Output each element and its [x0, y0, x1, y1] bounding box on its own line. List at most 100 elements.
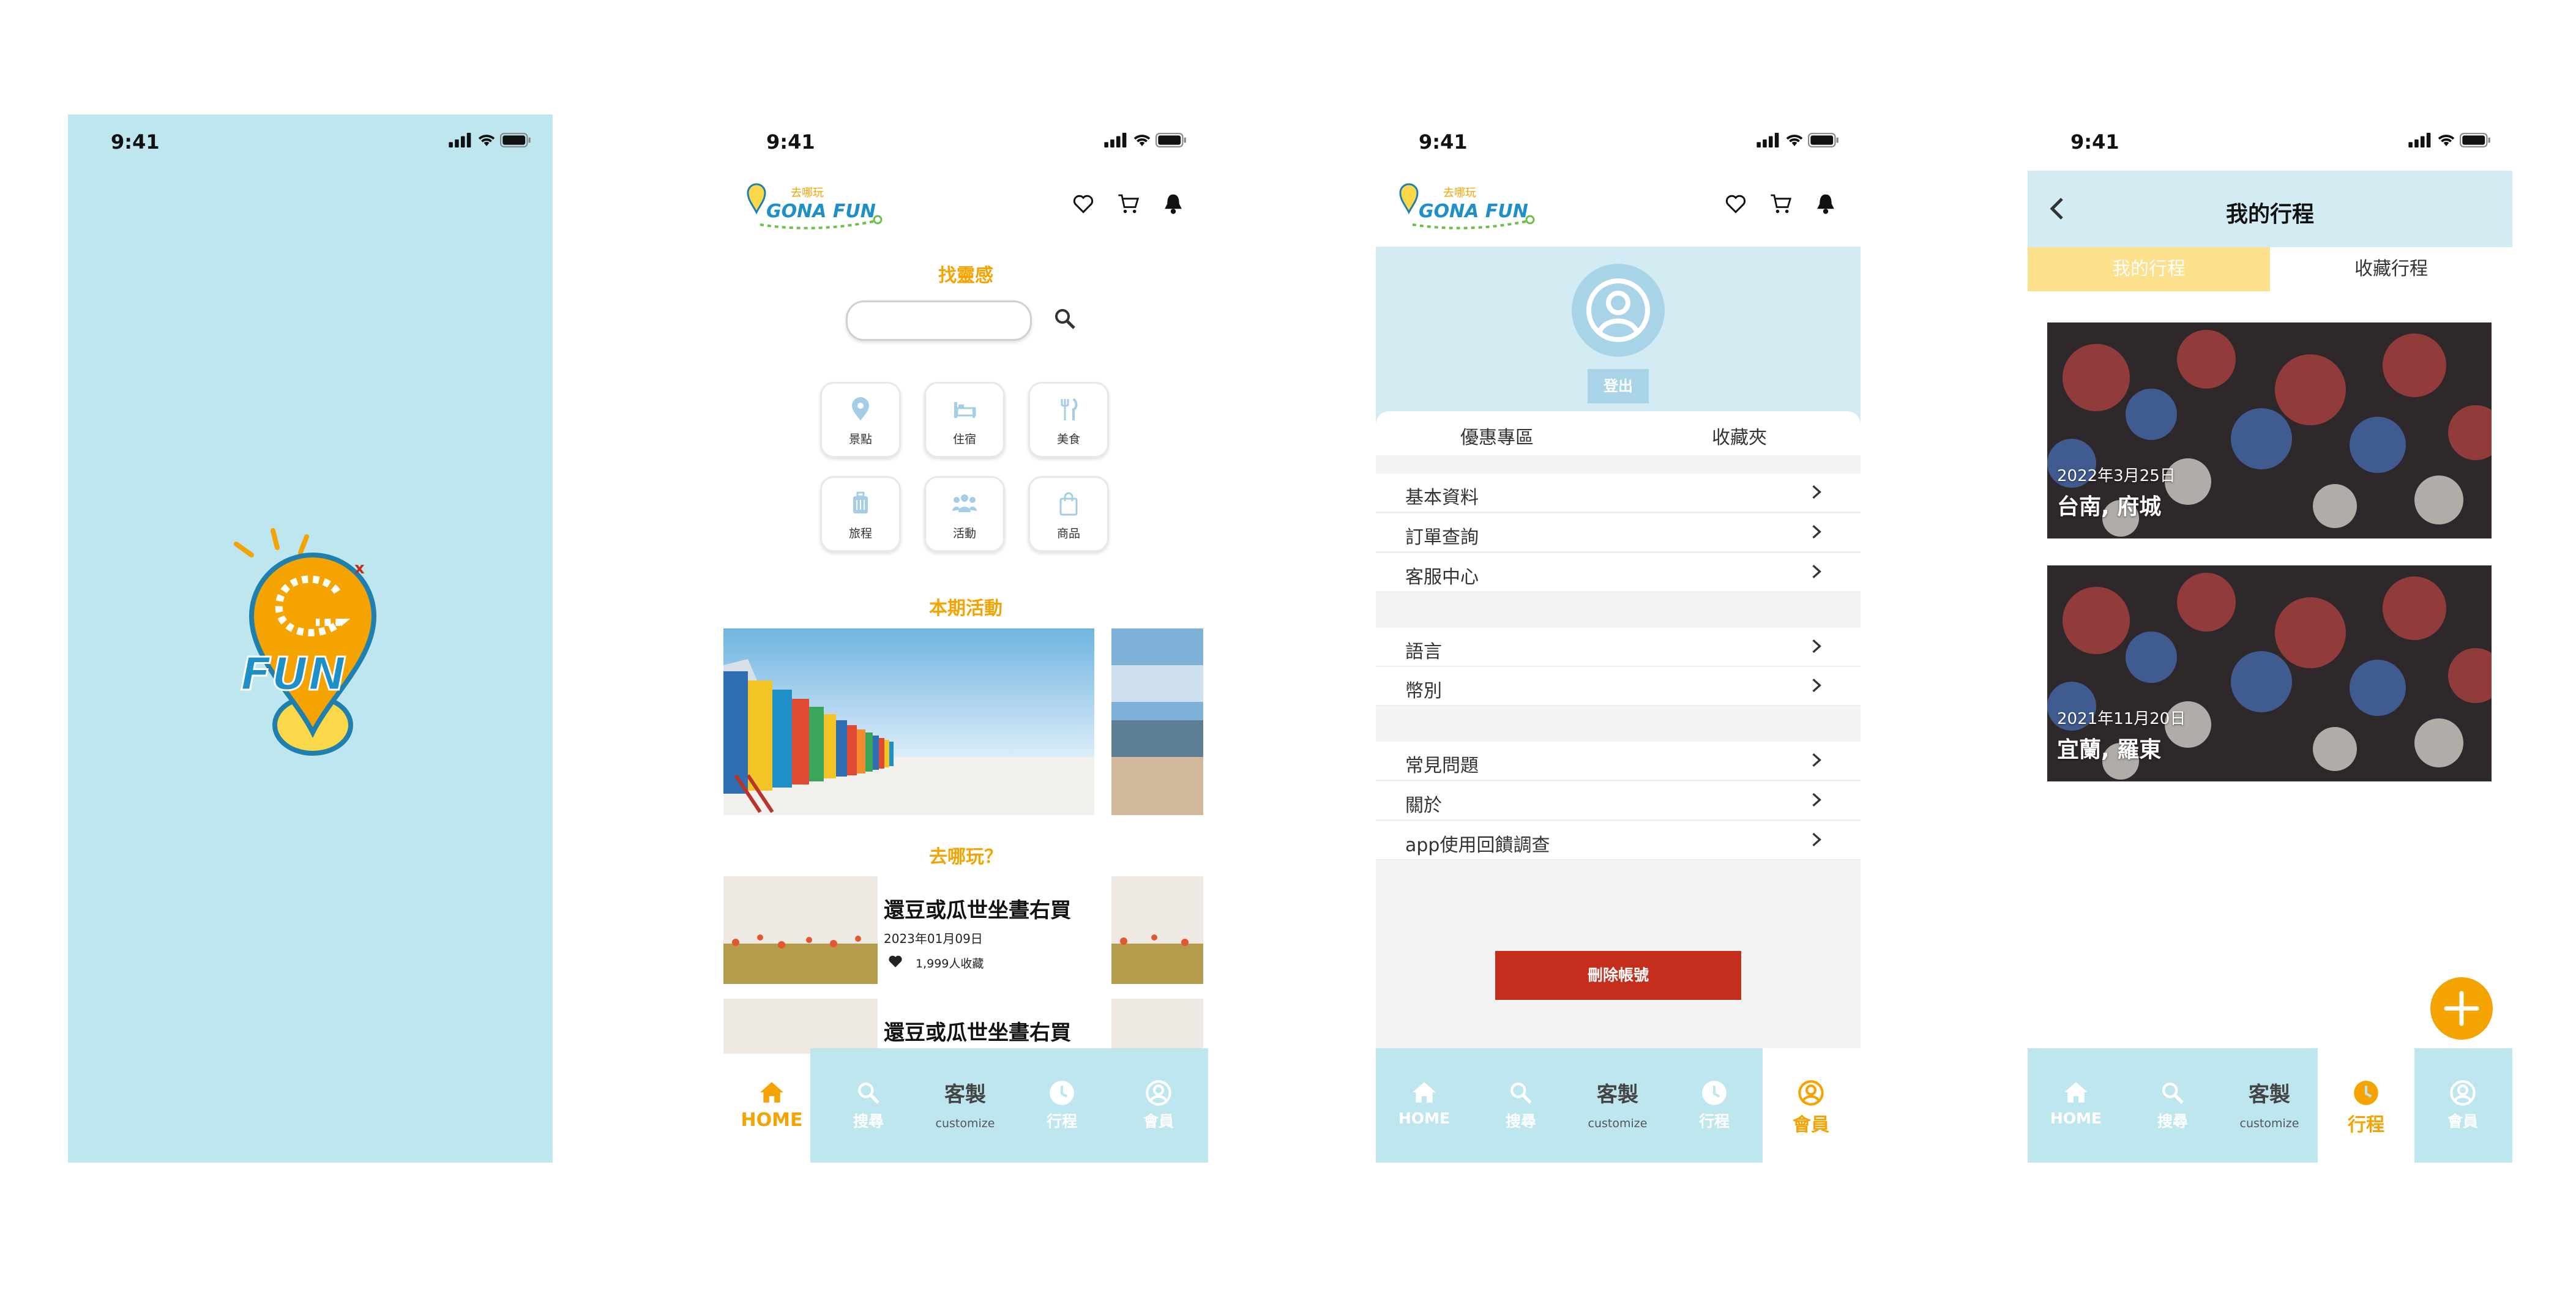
status-bar: 9:41	[68, 114, 553, 171]
nav-member-label: 會員	[1143, 1112, 1174, 1130]
nav-search[interactable]: 搜尋	[1473, 1048, 1569, 1163]
people-icon	[952, 494, 977, 512]
activity-carousel[interactable]	[723, 628, 1208, 815]
search-input[interactable]	[846, 300, 1032, 341]
suitcase-icon	[853, 491, 868, 513]
search-icon[interactable]	[1054, 308, 1076, 330]
battery-icon	[1808, 133, 1840, 147]
bell-icon[interactable]	[1163, 193, 1184, 215]
nav-search[interactable]: 搜尋	[2124, 1048, 2221, 1163]
post-title: 還豆或瓜世坐晝右買	[884, 898, 1071, 923]
heart-filled-icon[interactable]	[887, 953, 903, 969]
nav-trips[interactable]: 行程	[2318, 1048, 2414, 1163]
category-button-products[interactable]: 商品	[1028, 476, 1109, 552]
nav-customize-label: 客製	[944, 1082, 986, 1107]
battery-icon	[500, 133, 532, 147]
nav-search[interactable]: 搜尋	[820, 1048, 917, 1163]
gonafun-logo-icon: GONA FUN 去哪玩	[1399, 183, 1535, 229]
user-icon	[1110, 1079, 1207, 1107]
category-label: 商品	[1056, 527, 1080, 540]
category-button-activities[interactable]: 活動	[924, 476, 1005, 552]
menu-orders[interactable]: 訂單查詢	[1376, 513, 1861, 553]
where-title: 去哪玩？	[929, 846, 1002, 868]
nav-home[interactable]: HOME	[1376, 1048, 1473, 1163]
nav-trips-label: 行程	[1046, 1112, 1077, 1130]
status-icons	[1104, 133, 1187, 150]
trip-date: 2021年11月20日	[2057, 710, 2186, 728]
add-trip-button[interactable]	[2430, 977, 2493, 1040]
category-button-food[interactable]: 美食	[1028, 382, 1109, 458]
status-bar: 9:41	[2028, 114, 2512, 171]
menu-faq[interactable]: 常見問題	[1376, 742, 1861, 781]
category-button-trips[interactable]: 旅程	[820, 476, 901, 552]
chevron-right-icon	[1812, 678, 1821, 693]
chevron-right-icon	[1812, 564, 1821, 579]
signal-icon	[449, 133, 473, 147]
status-bar: 9:41	[1376, 114, 1861, 171]
tab-favorites[interactable]: 收藏夾	[1618, 422, 1861, 449]
nav-trips[interactable]: 行程	[1666, 1048, 1763, 1163]
nav-member[interactable]: 會員	[2414, 1048, 2511, 1163]
nav-member-label: 會員	[1793, 1114, 1829, 1136]
chevron-right-icon	[1812, 485, 1821, 499]
heart-icon[interactable]	[1072, 193, 1094, 215]
nav-customize[interactable]: 客製 customize	[2221, 1048, 2318, 1163]
cart-icon[interactable]	[1118, 193, 1140, 215]
menu-language[interactable]: 語言	[1376, 628, 1861, 667]
home-icon	[760, 1082, 783, 1103]
tab-coupons[interactable]: 優惠專區	[1376, 422, 1618, 449]
menu-support[interactable]: 客服中心	[1376, 553, 1861, 592]
menu-profile[interactable]: 基本資料	[1376, 474, 1861, 513]
trip-card[interactable]: 2021年11月20日 宜蘭, 羅東	[2047, 565, 2492, 781]
search-title: 找靈感	[938, 265, 993, 286]
app-logo[interactable]: GONA FUN 去哪玩	[742, 181, 883, 238]
nav-customize[interactable]: 客製 customize	[917, 1048, 1014, 1163]
trip-card[interactable]: 2022年3月25日 台南, 府城	[2047, 322, 2492, 538]
nav-search-label: 搜尋	[1505, 1112, 1536, 1130]
logo-subtext: 去哪玩	[1443, 187, 1476, 199]
menu-label: 常見問題	[1405, 755, 1479, 777]
bottom-nav: HOME 搜尋 客製 customize 行程 會員	[1376, 1048, 1861, 1163]
tab-my-trips[interactable]: 我的行程	[2028, 247, 2270, 291]
heart-icon[interactable]	[1725, 193, 1747, 215]
menu-currency[interactable]: 幣別	[1376, 667, 1861, 706]
tab-saved-trips[interactable]: 收藏行程	[2270, 247, 2512, 291]
menu-label: 基本資料	[1405, 487, 1479, 509]
nav-trips[interactable]: 行程	[1014, 1048, 1110, 1163]
status-icons	[2408, 133, 2492, 150]
list-item[interactable]: 還豆或瓜世坐晝右買	[723, 999, 1208, 1054]
menu-about[interactable]: 關於	[1376, 781, 1861, 821]
nav-customize-sublabel: customize	[1588, 1117, 1648, 1130]
beach-huts-image[interactable]	[723, 628, 1094, 815]
bell-icon[interactable]	[1815, 193, 1836, 215]
gonafun-logo-icon: GONA FUN 去哪玩	[747, 183, 883, 229]
nav-member[interactable]: 會員	[1110, 1048, 1207, 1163]
delete-account-button[interactable]: 刪除帳號	[1495, 951, 1741, 1000]
nav-search-label: 搜尋	[853, 1112, 884, 1130]
nav-home[interactable]: HOME	[723, 1048, 820, 1163]
category-button-sights[interactable]: 景點	[820, 382, 901, 458]
nav-customize[interactable]: 客製 customize	[1569, 1048, 1666, 1163]
chevron-right-icon	[1812, 832, 1821, 847]
menu-feedback[interactable]: app使用回饋調查	[1376, 821, 1861, 860]
home-screen: 9:41 GONA FUN 去哪玩 找靈感 景點 住宿 美食 旅程 活動 商品 …	[723, 114, 1208, 1163]
top-bar: 我的行程	[2028, 171, 2512, 247]
nav-member[interactable]: 會員	[1763, 1048, 1859, 1163]
flower-field-image	[1111, 999, 1203, 1054]
app-logo[interactable]: GONA FUN 去哪玩	[1394, 181, 1535, 238]
cart-icon[interactable]	[1770, 193, 1792, 215]
trips-screen: 9:41 我的行程 我的行程 收藏行程 2022年3月25日 台南, 府城 20…	[2028, 114, 2512, 1163]
category-label: 旅程	[848, 527, 872, 540]
clock-icon	[1014, 1079, 1110, 1107]
list-item[interactable]: 還豆或瓜世坐晝右買 2023年01月09日 1,999人收藏	[723, 876, 1208, 984]
nav-home-label: HOME	[741, 1109, 803, 1131]
member-screen: 9:41 GONA FUN 去哪玩 登出 優惠專區 收藏夾 基本資料 訂單查詢 …	[1376, 114, 1861, 1163]
fork-knife-icon	[1061, 398, 1078, 420]
status-time: 9:41	[1419, 130, 1468, 154]
category-button-lodging[interactable]: 住宿	[924, 382, 1005, 458]
logout-button[interactable]: 登出	[1588, 369, 1649, 403]
avatar[interactable]	[1572, 264, 1665, 357]
settings-area: 基本資料 訂單查詢 客服中心 語言 幣別 常見問題 關於 app使用回饋調查 刪…	[1376, 455, 1861, 1048]
seaside-image[interactable]	[1111, 628, 1203, 815]
nav-home[interactable]: HOME	[2028, 1048, 2124, 1163]
